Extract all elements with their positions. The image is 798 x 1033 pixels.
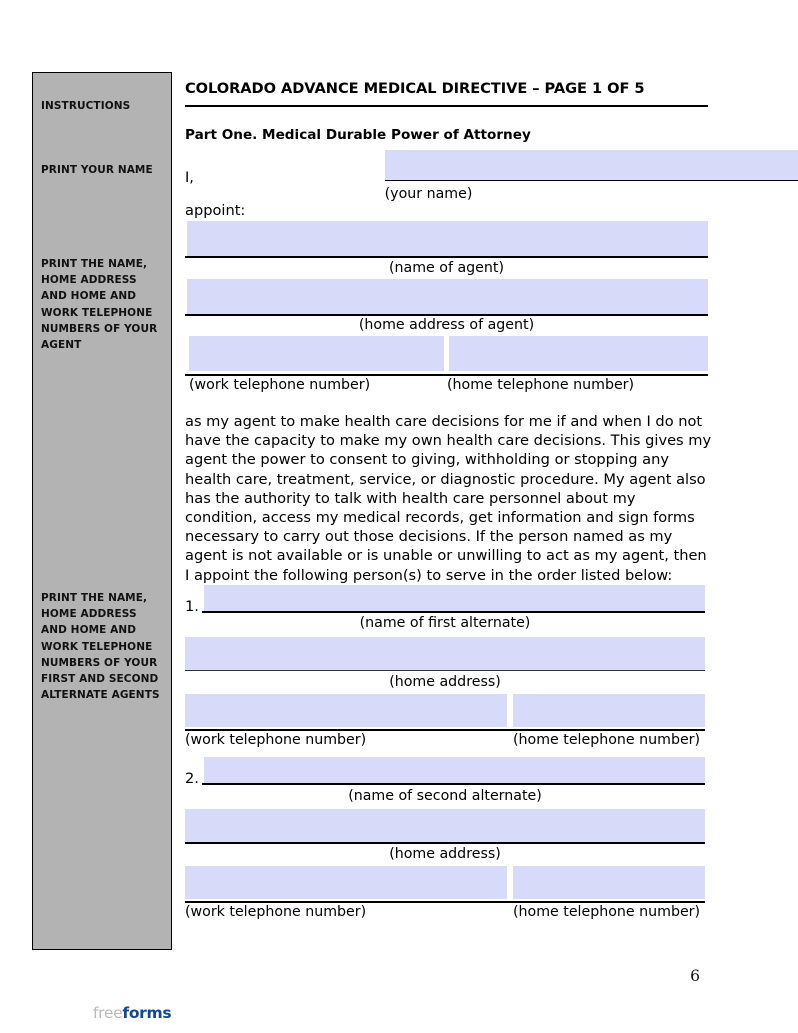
body-paragraph: as my agent to make health care decision…	[185, 413, 712, 584]
section-heading-part-one: Part One. Medical Durable Power of Attor…	[185, 127, 531, 143]
sidebar-note-instructions: INSTRUCTIONS	[41, 100, 131, 112]
alternate-1-address-input[interactable]	[185, 637, 705, 670]
agent-work-phone-caption: (work telephone number)	[189, 377, 371, 393]
instructions-sidebar: INSTRUCTIONS PRINT YOUR NAME PRINT THE N…	[32, 72, 172, 950]
agent-work-phone-input[interactable]	[189, 336, 444, 371]
logo-text-forms: forms	[122, 1004, 172, 1022]
alternate-2-number: 2.	[185, 770, 199, 787]
appoint-label: appoint:	[185, 202, 246, 219]
your-name-rule	[385, 180, 798, 182]
agent-home-phone-caption: (home telephone number)	[447, 377, 635, 393]
agent-name-input[interactable]	[187, 221, 708, 256]
agent-address-caption: (home address of agent)	[358, 317, 535, 333]
alternate-1-phone-rule	[185, 729, 705, 731]
agent-name-rule	[185, 256, 708, 258]
alternate-1-work-phone-input[interactable]	[185, 694, 507, 727]
alternate-2-name-caption: (name of second alternate)	[348, 788, 542, 804]
sidebar-note-agent-details: PRINT THE NAME, HOME ADDRESS AND HOME AN…	[41, 258, 158, 352]
alternate-2-address-caption: (home address)	[389, 846, 501, 862]
your-name-input[interactable]	[385, 150, 798, 180]
agent-home-phone-input[interactable]	[449, 336, 708, 371]
alternate-1-name-caption: (name of first alternate)	[359, 615, 531, 631]
alternate-2-name-rule	[202, 783, 705, 785]
alternate-1-number: 1.	[185, 598, 199, 615]
alternate-2-work-phone-input[interactable]	[185, 866, 507, 899]
alternate-2-name-input[interactable]	[204, 757, 705, 784]
alternate-2-work-phone-caption: (work telephone number)	[185, 904, 367, 920]
freeforms-logo: freeforms	[93, 1004, 172, 1022]
alternate-2-home-phone-caption: (home telephone number)	[513, 904, 701, 920]
alternate-2-phone-rule	[185, 901, 705, 903]
agent-name-caption: (name of agent)	[389, 260, 504, 276]
page-title: COLORADO ADVANCE MEDICAL DIRECTIVE – PAG…	[185, 80, 645, 97]
agent-phone-rule	[185, 374, 708, 376]
agent-address-rule	[185, 314, 708, 316]
alternate-2-address-input[interactable]	[185, 809, 705, 842]
title-divider	[185, 105, 708, 107]
alternate-1-name-rule	[202, 611, 705, 613]
logo-text-free: free	[93, 1004, 123, 1022]
your-name-caption: (your name)	[384, 186, 473, 202]
alternate-1-address-rule	[185, 670, 705, 672]
alternate-2-address-rule	[185, 842, 705, 844]
alternate-1-address-caption: (home address)	[389, 674, 501, 690]
page-number: 6	[690, 967, 700, 985]
intro-i-label: I,	[185, 169, 194, 186]
sidebar-note-alternate-agent-details: PRINT THE NAME, HOME ADDRESS AND HOME AN…	[41, 592, 160, 702]
alternate-1-work-phone-caption: (work telephone number)	[185, 732, 367, 748]
sidebar-note-print-your-name: PRINT YOUR NAME	[41, 164, 153, 176]
alternate-1-home-phone-input[interactable]	[513, 694, 705, 727]
alternate-2-home-phone-input[interactable]	[513, 866, 705, 899]
alternate-1-name-input[interactable]	[204, 585, 705, 612]
alternate-1-home-phone-caption: (home telephone number)	[513, 732, 701, 748]
document-page: INSTRUCTIONS PRINT YOUR NAME PRINT THE N…	[0, 0, 798, 1033]
agent-address-input[interactable]	[187, 279, 708, 314]
